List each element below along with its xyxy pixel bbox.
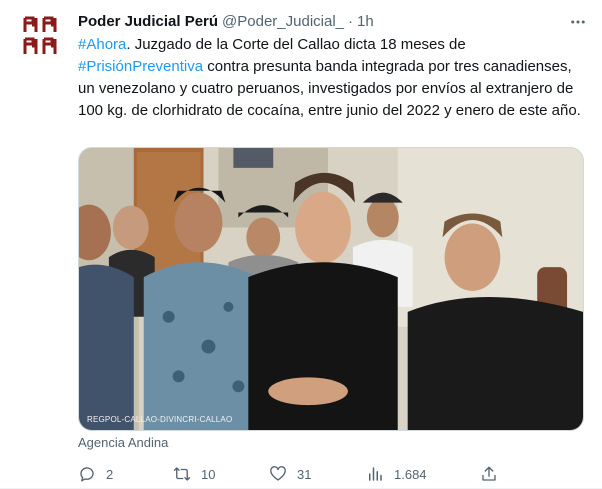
heart-icon bbox=[270, 466, 286, 481]
tweet-actions: 2 10 31 1.684 bbox=[78, 462, 518, 486]
retweet-icon bbox=[173, 467, 191, 481]
tweet-card[interactable]: Poder Judicial Perú @Poder_Judicial_ · 1… bbox=[0, 0, 602, 489]
tweet-media-photo[interactable]: REGPOL-CALLAO-DIVINCRI-CALLAO bbox=[78, 147, 584, 431]
views-button[interactable]: 1.684 bbox=[366, 462, 427, 486]
more-options-button[interactable] bbox=[566, 10, 590, 34]
hashtag-link[interactable]: #Ahora bbox=[78, 36, 126, 53]
avatar[interactable] bbox=[16, 12, 64, 60]
reply-count: 2 bbox=[106, 466, 114, 482]
share-button[interactable] bbox=[480, 462, 498, 486]
media-source: Agencia Andina bbox=[78, 435, 169, 450]
hashtag-link[interactable]: #PrisiónPreventiva bbox=[78, 58, 203, 75]
like-count: 31 bbox=[297, 466, 312, 482]
tweet-text: #Ahora. Juzgado de la Corte del Callao d… bbox=[78, 34, 590, 122]
poder-judicial-logo-icon bbox=[23, 16, 57, 54]
retweet-count: 10 bbox=[201, 466, 216, 482]
views-chart-icon bbox=[369, 467, 382, 481]
author-name[interactable]: Poder Judicial Perú bbox=[78, 13, 218, 30]
reply-icon bbox=[80, 467, 94, 482]
more-dots-icon bbox=[571, 20, 585, 24]
media-watermark: REGPOL-CALLAO-DIVINCRI-CALLAO bbox=[87, 415, 233, 424]
tweet-text-part: . Juzgado de la Corte del Callao dicta 1… bbox=[126, 36, 466, 53]
author-handle[interactable]: @Poder_Judicial_ bbox=[222, 13, 344, 30]
like-button[interactable]: 31 bbox=[269, 462, 311, 486]
retweet-button[interactable]: 10 bbox=[173, 462, 215, 486]
views-count: 1.684 bbox=[394, 466, 427, 482]
share-icon bbox=[482, 466, 496, 481]
timestamp[interactable]: 1h bbox=[357, 13, 374, 30]
reply-button[interactable]: 2 bbox=[78, 462, 113, 486]
separator-dot: · bbox=[348, 12, 354, 30]
group-photo bbox=[79, 148, 583, 430]
tweet-header: Poder Judicial Perú @Poder_Judicial_ · 1… bbox=[78, 10, 374, 32]
